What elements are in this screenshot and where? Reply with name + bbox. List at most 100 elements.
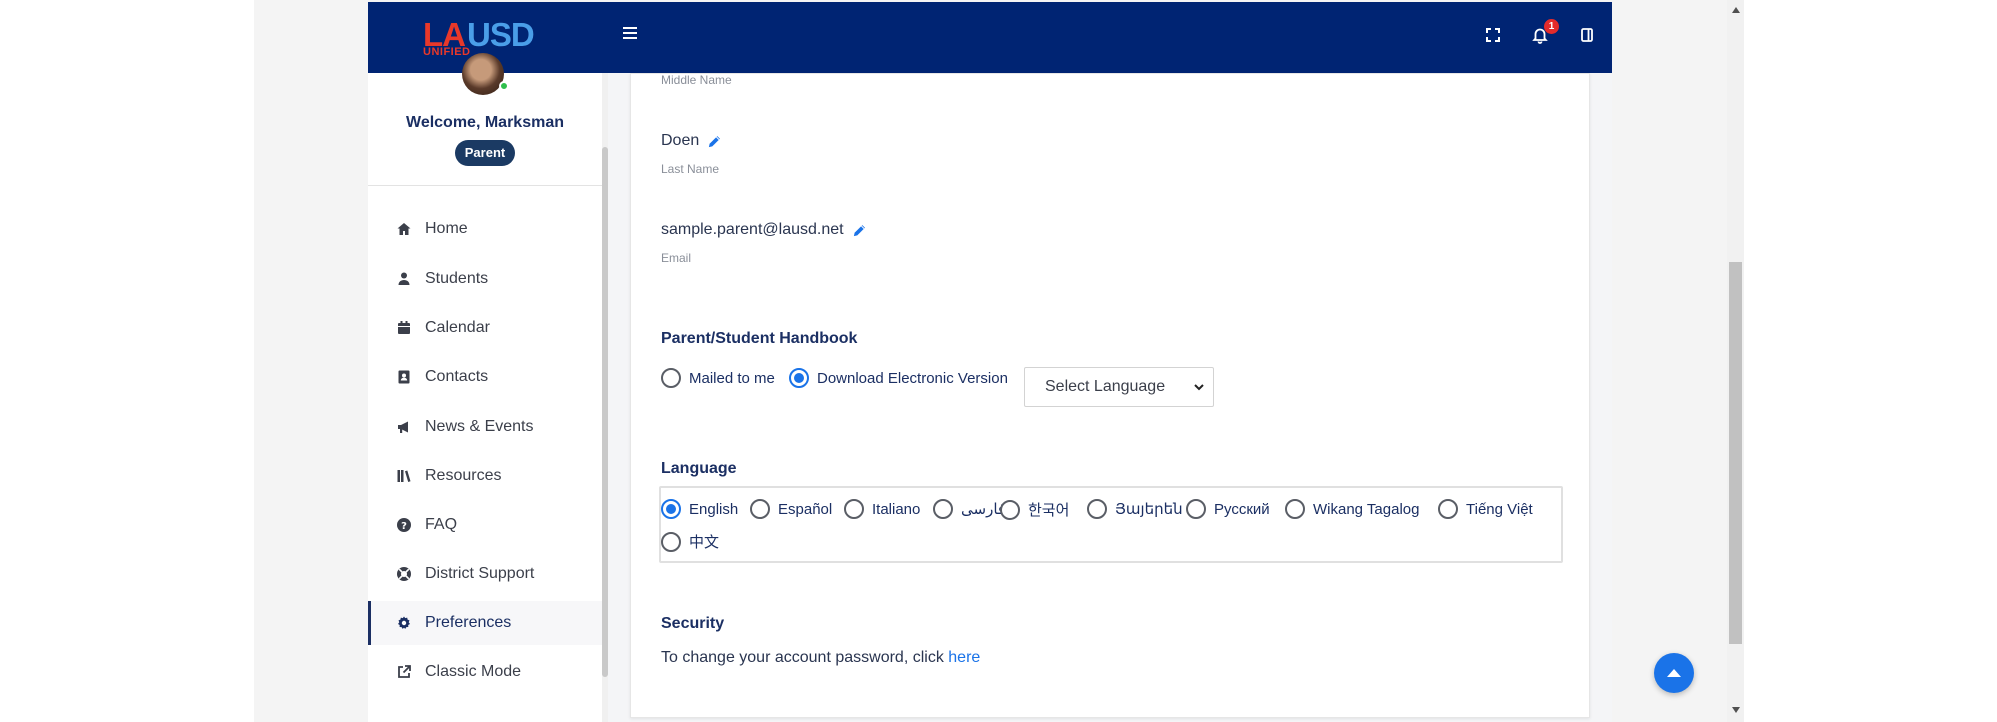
sidebar-item-faq[interactable]: ? FAQ bbox=[368, 503, 602, 547]
handbook-option-download[interactable]: Download Electronic Version bbox=[789, 368, 1008, 388]
radio-label: Wikang Tagalog bbox=[1313, 500, 1420, 518]
contact-card-icon bbox=[396, 369, 412, 385]
radio-label: English bbox=[689, 500, 739, 518]
sidebar-item-label: Calendar bbox=[425, 319, 490, 336]
radio-vietnamese[interactable] bbox=[1438, 499, 1458, 519]
email-label: Email bbox=[661, 251, 692, 265]
sidebar-item-district-support[interactable]: District Support bbox=[368, 552, 602, 596]
radio-label: Italiano bbox=[872, 500, 921, 518]
sidebar-item-label: Preferences bbox=[425, 614, 512, 631]
radio-chinese[interactable] bbox=[661, 531, 681, 552]
radio-english[interactable] bbox=[661, 499, 681, 519]
user-icon bbox=[396, 271, 412, 287]
language-options-box bbox=[659, 486, 1563, 563]
scroll-down-arrow-icon[interactable] bbox=[1727, 703, 1744, 717]
radio-tagalog[interactable] bbox=[1285, 499, 1305, 519]
caret-up-icon bbox=[1667, 669, 1681, 677]
radio-mailed[interactable] bbox=[661, 368, 681, 388]
security-text: To change your account password, click h… bbox=[661, 649, 980, 667]
radio-label: Русский bbox=[1214, 500, 1270, 518]
language-option-tagalog[interactable]: Wikang Tagalog bbox=[1285, 499, 1419, 519]
fullscreen-icon[interactable] bbox=[1484, 26, 1502, 44]
sidebar-item-label: Contacts bbox=[425, 368, 489, 385]
email-value: sample.parent@lausd.net bbox=[661, 221, 867, 239]
hamburger-menu-icon[interactable] bbox=[623, 27, 639, 41]
middle-name-label: Middle Name bbox=[661, 73, 732, 87]
online-status-dot bbox=[499, 81, 509, 91]
change-password-link[interactable]: here bbox=[948, 649, 980, 666]
pencil-icon[interactable] bbox=[852, 223, 867, 238]
language-option-armenian[interactable]: Յայերեն bbox=[1087, 499, 1183, 519]
handbook-title: Parent/Student Handbook bbox=[661, 330, 858, 347]
home-icon bbox=[396, 221, 412, 237]
radio-label: Յայերեն bbox=[1115, 501, 1183, 518]
last-name-value: Doen bbox=[661, 132, 722, 150]
radio-farsi[interactable] bbox=[933, 499, 953, 519]
radio-russian[interactable] bbox=[1186, 499, 1206, 519]
security-description: To change your account password, click bbox=[661, 649, 944, 666]
panel-icon[interactable] bbox=[1578, 26, 1596, 44]
sidebar-item-label: District Support bbox=[425, 565, 535, 582]
logo-unified: UNIFIED bbox=[423, 46, 471, 58]
sidebar-scrollbar-thumb[interactable] bbox=[602, 147, 608, 677]
question-circle-icon: ? bbox=[396, 517, 412, 533]
email-text: sample.parent@lausd.net bbox=[661, 221, 844, 238]
sidebar-item-contacts[interactable]: Contacts bbox=[368, 355, 602, 399]
notification-badge: 1 bbox=[1544, 19, 1559, 34]
megaphone-icon bbox=[396, 419, 412, 435]
security-title: Security bbox=[661, 615, 725, 632]
language-option-espanol[interactable]: Español bbox=[750, 499, 832, 519]
sidebar-item-label: Resources bbox=[425, 467, 502, 484]
radio-label: Español bbox=[778, 500, 833, 518]
sidebar: Welcome, Marksman Parent Home Students C… bbox=[368, 53, 606, 722]
radio-korean[interactable] bbox=[1000, 499, 1020, 520]
sidebar-item-label: Classic Mode bbox=[425, 663, 522, 680]
gear-icon bbox=[396, 615, 412, 631]
top-navbar: LA USD UNIFIED 1 bbox=[368, 2, 1612, 73]
svg-text:?: ? bbox=[401, 521, 407, 532]
last-name-label: Last Name bbox=[661, 162, 720, 176]
sidebar-item-label: FAQ bbox=[425, 516, 458, 533]
welcome-text: Welcome, Marksman bbox=[406, 114, 564, 131]
radio-download[interactable] bbox=[789, 368, 809, 388]
language-option-english[interactable]: English bbox=[661, 499, 738, 519]
role-badge: Parent bbox=[455, 140, 515, 166]
language-option-italiano[interactable]: Italiano bbox=[844, 499, 920, 519]
radio-espanol[interactable] bbox=[750, 499, 770, 519]
sidebar-divider bbox=[368, 185, 602, 186]
scroll-to-top-button[interactable] bbox=[1654, 653, 1694, 693]
radio-label: Tiếng Việt bbox=[1466, 500, 1533, 518]
radio-italiano[interactable] bbox=[844, 499, 864, 519]
radio-label: Download Electronic Version bbox=[817, 369, 1008, 387]
language-title: Language bbox=[661, 460, 737, 477]
radio-armenian[interactable] bbox=[1087, 499, 1107, 519]
handbook-option-mailed[interactable]: Mailed to me bbox=[661, 368, 775, 388]
language-option-farsi[interactable]: فارسی bbox=[933, 499, 1005, 519]
sidebar-item-preferences[interactable]: Preferences bbox=[368, 601, 602, 645]
sidebar-item-classic-mode[interactable]: Classic Mode bbox=[368, 650, 602, 694]
handbook-language-select[interactable]: Select Language bbox=[1024, 367, 1214, 407]
sidebar-item-students[interactable]: Students bbox=[368, 257, 602, 301]
language-option-korean[interactable]: 한국어 bbox=[1000, 499, 1069, 520]
right-gutter bbox=[1744, 0, 1997, 722]
preferences-card: Middle Name Doen Last Name sample.parent… bbox=[630, 73, 1590, 718]
sidebar-item-news-events[interactable]: News & Events bbox=[368, 405, 602, 449]
pencil-icon[interactable] bbox=[707, 134, 722, 149]
language-option-chinese[interactable]: 中文 bbox=[661, 531, 719, 552]
last-name-text: Doen bbox=[661, 132, 700, 149]
calendar-icon bbox=[396, 320, 412, 336]
sidebar-item-calendar[interactable]: Calendar bbox=[368, 306, 602, 350]
sidebar-item-label: Home bbox=[425, 220, 468, 237]
language-option-vietnamese[interactable]: Tiếng Việt bbox=[1438, 499, 1533, 519]
sidebar-item-home[interactable]: Home bbox=[368, 207, 602, 251]
language-option-russian[interactable]: Русский bbox=[1186, 499, 1270, 519]
sidebar-item-resources[interactable]: Resources bbox=[368, 454, 602, 498]
select-value: Select Language bbox=[1045, 378, 1166, 395]
avatar[interactable] bbox=[462, 53, 504, 95]
scroll-up-arrow-icon[interactable] bbox=[1727, 3, 1744, 17]
radio-label: 한국어 bbox=[1028, 502, 1070, 519]
sidebar-item-label: News & Events bbox=[425, 418, 534, 435]
page-scrollbar-thumb[interactable] bbox=[1729, 262, 1742, 644]
external-link-icon bbox=[396, 664, 412, 680]
chevron-down-icon bbox=[1193, 380, 1205, 392]
